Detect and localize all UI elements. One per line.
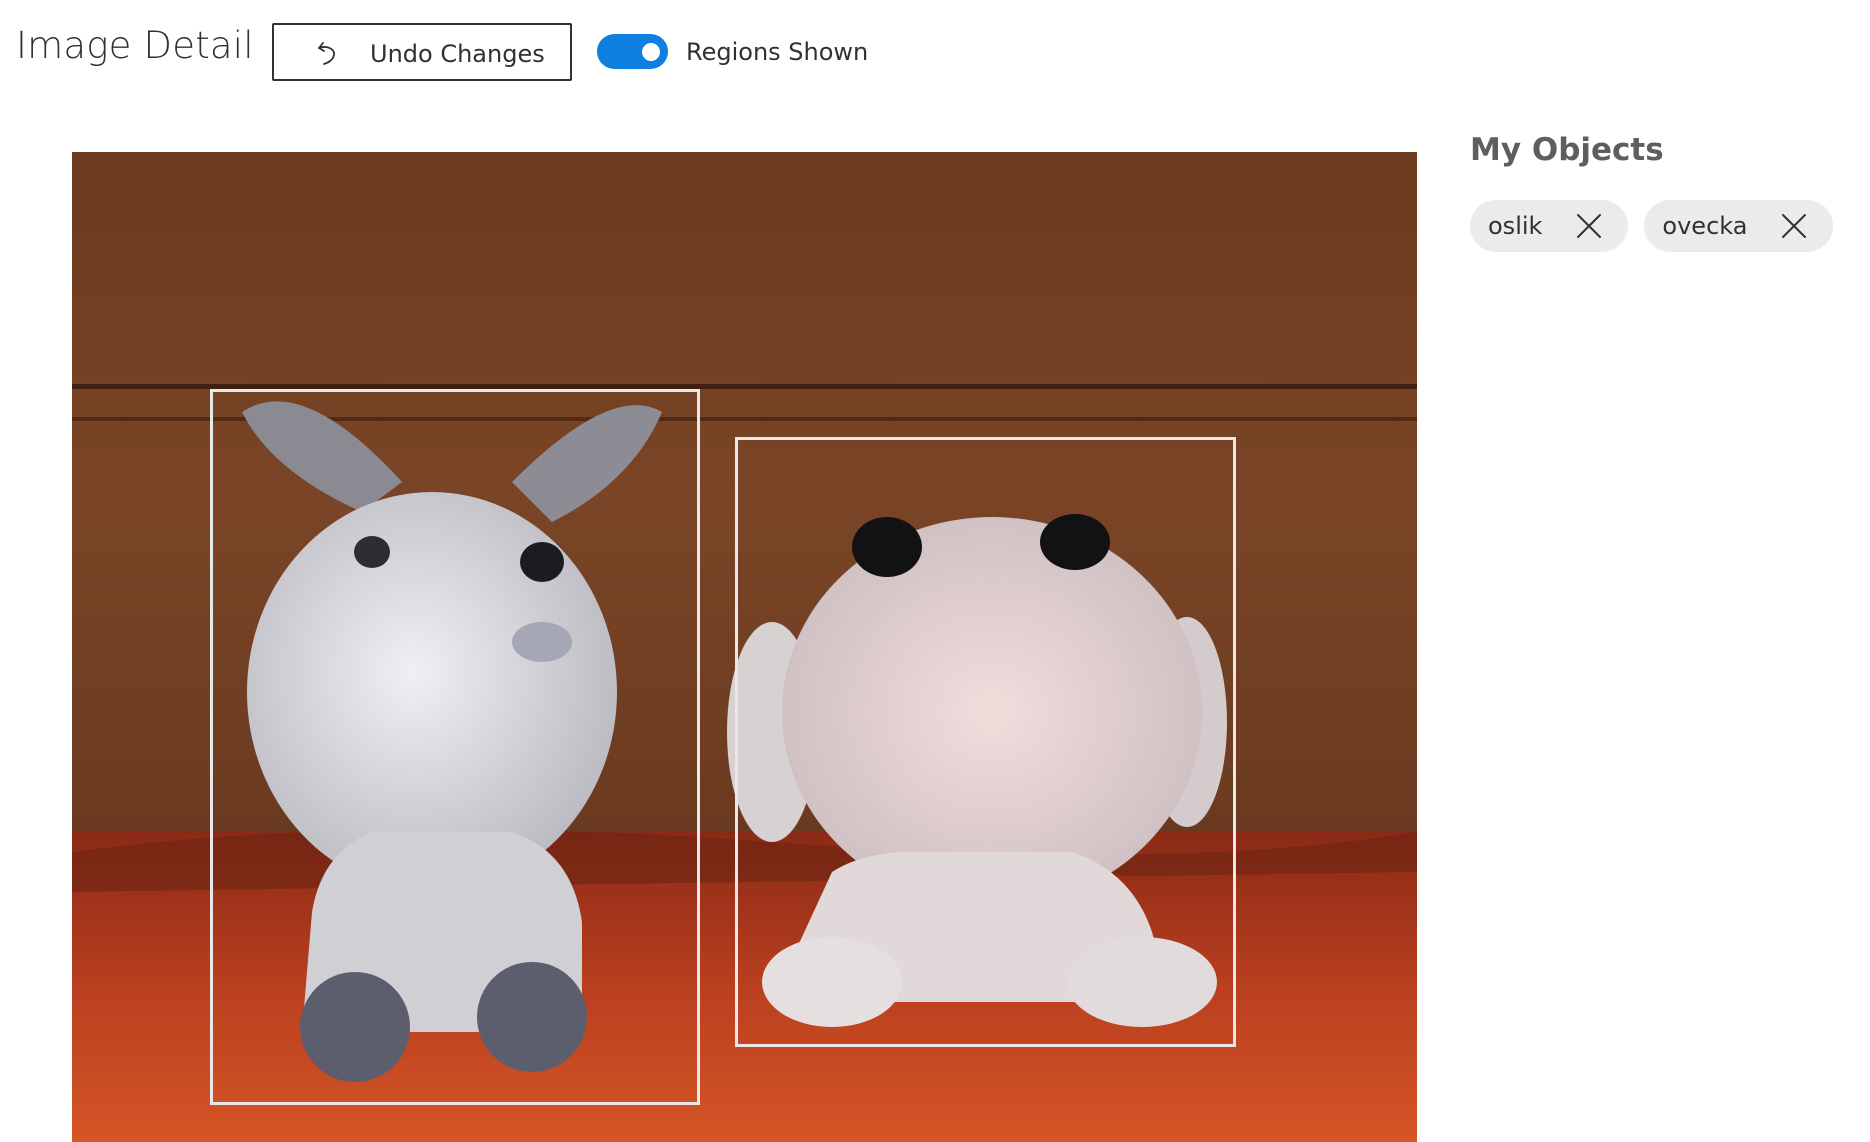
close-icon[interactable] [1576, 213, 1602, 239]
close-icon[interactable] [1781, 213, 1807, 239]
page-title: Image Detail [16, 24, 254, 67]
toggle-knob [642, 43, 660, 61]
undo-changes-label: Undo Changes [370, 40, 545, 68]
undo-icon [318, 42, 335, 65]
object-tag-ovecka: ovecka [1644, 200, 1834, 252]
regions-shown-label: Regions Shown [686, 38, 869, 66]
panel-title: My Objects [1470, 132, 1664, 168]
undo-changes-button[interactable]: Undo Changes [272, 23, 572, 81]
tag-label: ovecka [1662, 212, 1748, 240]
object-tag-list: oslik ovecka [1470, 200, 1850, 252]
tag-label: oslik [1488, 212, 1543, 240]
object-tag-oslik: oslik [1470, 200, 1629, 252]
header-bar: Image Detail Undo Changes Regions Shown [0, 0, 1870, 110]
my-objects-panel: My Objects oslik ovecka [1470, 130, 1850, 252]
image-canvas[interactable] [72, 152, 1417, 1142]
region-box-ovecka[interactable] [735, 437, 1236, 1047]
regions-shown-toggle[interactable] [597, 34, 668, 69]
region-box-oslik[interactable] [210, 389, 700, 1105]
